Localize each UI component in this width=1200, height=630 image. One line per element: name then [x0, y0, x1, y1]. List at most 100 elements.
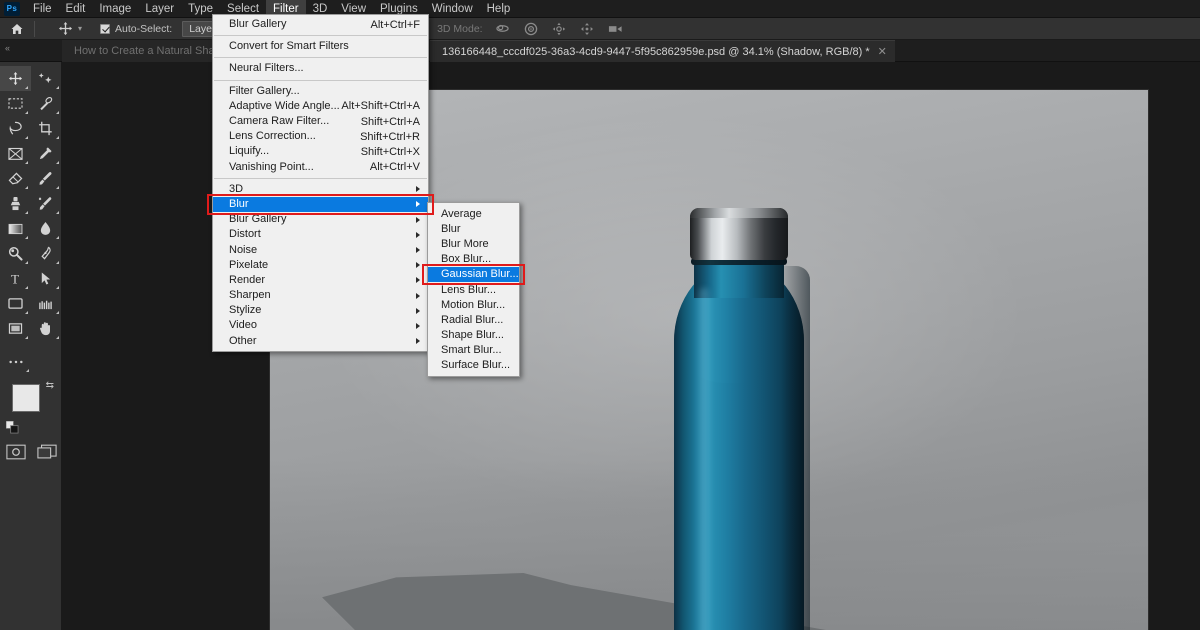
artboard-tool[interactable]	[0, 316, 31, 341]
pan-3d-icon[interactable]	[552, 22, 566, 36]
submenu-arrow-icon	[416, 247, 420, 254]
menu-item-window[interactable]: Window	[425, 0, 480, 18]
object-selection-tool[interactable]	[31, 66, 62, 91]
menu-item-label: Convert for Smart Filters	[229, 40, 349, 53]
auto-select-checkbox-box[interactable]	[100, 23, 111, 34]
submenu-arrow-icon	[416, 262, 420, 269]
orbit-3d-icon[interactable]	[495, 22, 510, 35]
screen-mode-icon[interactable]	[36, 444, 57, 460]
spot-healing-brush-tool[interactable]	[31, 91, 62, 116]
brush-tool[interactable]	[31, 166, 62, 191]
menu-item-label: Vanishing Point...	[229, 160, 314, 173]
menu-item-label: Neural Filters...	[229, 62, 304, 75]
menu-item-image[interactable]: Image	[92, 0, 138, 18]
filter-menu-dropdown[interactable]: Blur Gallery Alt+Ctrl+F Convert for Smart …	[212, 14, 429, 352]
crop-tool[interactable]	[31, 116, 62, 141]
move-tool-icon[interactable]	[58, 21, 73, 36]
close-icon[interactable]: ✕	[878, 45, 887, 58]
hand-tool[interactable]	[31, 316, 62, 341]
filter-menu-item-lens-correction[interactable]: Lens Correction... Shift+Ctrl+R	[213, 129, 428, 144]
submenu-arrow-icon	[416, 307, 420, 314]
type-tool[interactable]: T	[0, 266, 31, 291]
filter-menu-item-adaptive-wide-angle[interactable]: Adaptive Wide Angle... Alt+Shift+Ctrl+A	[213, 99, 428, 114]
more-tools-icon[interactable]	[0, 349, 31, 374]
auto-select-label: Auto-Select:	[115, 22, 173, 35]
filter-menu-item-sharpen[interactable]: Sharpen	[213, 288, 428, 303]
bottle-highlight	[696, 288, 712, 630]
dodge-tool[interactable]	[0, 241, 31, 266]
foreground-color-swatch[interactable]	[12, 384, 40, 412]
filter-menu-item-blur-gallery[interactable]: Blur Gallery	[213, 212, 428, 227]
filter-menu-item-noise[interactable]: Noise	[213, 242, 428, 257]
collapse-panel-icon[interactable]: «	[5, 43, 10, 53]
blur-submenu-item-blur[interactable]: Blur	[428, 221, 519, 236]
filter-menu-item-stylize[interactable]: Stylize	[213, 303, 428, 318]
blur-tool[interactable]	[31, 216, 62, 241]
camera-3d-icon[interactable]	[608, 23, 623, 35]
filter-menu-item-render[interactable]: Render	[213, 273, 428, 288]
filter-menu-item-camera-raw-filter[interactable]: Camera Raw Filter... Shift+Ctrl+A	[213, 114, 428, 129]
mode-3d-label: 3D Mode:	[437, 22, 483, 35]
menu-item-help[interactable]: Help	[480, 0, 518, 18]
menu-item-layer[interactable]: Layer	[138, 0, 181, 18]
path-selection-tool[interactable]	[31, 266, 62, 291]
blur-submenu-item-blur-more[interactable]: Blur More	[428, 236, 519, 251]
menu-separator	[214, 177, 427, 179]
menu-item-label: Camera Raw Filter...	[229, 115, 330, 128]
options-separator	[34, 20, 35, 37]
quick-mask-icon[interactable]	[5, 444, 26, 460]
blur-submenu-dropdown[interactable]: Average Blur Blur More Box Blur... Gaussian …	[427, 202, 520, 378]
submenu-arrow-icon	[416, 186, 420, 193]
filter-menu-item-vanishing-point[interactable]: Vanishing Point... Alt+Ctrl+V	[213, 160, 428, 175]
blur-submenu-item-box-blur[interactable]: Box Blur...	[428, 252, 519, 267]
blur-submenu-item-lens-blur[interactable]: Lens Blur...	[428, 282, 519, 297]
move-tool[interactable]	[0, 66, 31, 91]
home-icon[interactable]	[10, 22, 24, 36]
filter-menu-item-blur[interactable]: Blur	[213, 196, 428, 213]
filter-menu-item-video[interactable]: Video	[213, 318, 428, 333]
default-colors-icon[interactable]	[6, 421, 19, 434]
rectangular-marquee-tool[interactable]	[0, 91, 31, 116]
eraser-tool[interactable]	[0, 166, 31, 191]
blur-submenu-item-surface-blur[interactable]: Surface Blur...	[428, 358, 519, 373]
filter-menu-item-3d[interactable]: 3D	[213, 182, 428, 197]
blur-submenu-item-motion-blur[interactable]: Motion Blur...	[428, 297, 519, 312]
submenu-arrow-icon	[416, 322, 420, 329]
filter-menu-item-neural-filters[interactable]: Neural Filters...	[213, 61, 428, 76]
blur-submenu-item-radial-blur[interactable]: Radial Blur...	[428, 312, 519, 327]
menu-item-file[interactable]: File	[26, 0, 59, 18]
gradient-tool[interactable]	[0, 216, 31, 241]
eyedropper-tool[interactable]	[31, 141, 62, 166]
mode-3d-icons-group	[495, 22, 623, 36]
history-brush-tool[interactable]	[31, 191, 62, 216]
filter-menu-item-liquify[interactable]: Liquify... Shift+Ctrl+X	[213, 144, 428, 159]
filter-menu-item-blur-gallery[interactable]: Blur Gallery Alt+Ctrl+F	[213, 17, 428, 32]
blur-submenu-item-smart-blur[interactable]: Smart Blur...	[428, 343, 519, 358]
filter-menu-item-filter-gallery[interactable]: Filter Gallery...	[213, 84, 428, 99]
bottle-shading	[780, 266, 810, 630]
move-tool-chevron-icon[interactable]: ▾	[78, 24, 82, 33]
options-bar: ▾ Auto-Select: Layer ▾ ... 3D M	[0, 18, 1200, 40]
blur-submenu-item-shape-blur[interactable]: Shape Blur...	[428, 328, 519, 343]
blur-submenu-item-gaussian-blur[interactable]: Gaussian Blur...	[428, 266, 519, 282]
frame-tool[interactable]	[0, 141, 31, 166]
pen-tool[interactable]	[31, 241, 62, 266]
menu-item-label: 3D	[229, 182, 244, 195]
clone-stamp-tool[interactable]	[0, 191, 31, 216]
roll-3d-icon[interactable]	[524, 22, 538, 36]
menu-item-edit[interactable]: Edit	[59, 0, 93, 18]
rectangle-tool[interactable]	[0, 291, 31, 316]
blur-submenu-item-average[interactable]: Average	[428, 206, 519, 221]
auto-select-checkbox[interactable]: Auto-Select:	[100, 23, 172, 35]
filter-menu-item-distort[interactable]: Distort	[213, 227, 428, 242]
slide-3d-icon[interactable]	[580, 22, 594, 36]
pattern-stamp-tool[interactable]	[31, 291, 62, 316]
filter-menu-item-pixelate[interactable]: Pixelate	[213, 258, 428, 273]
document-tab[interactable]: 136166448_cccdf025-36a3-4cd9-9447-5f95c8…	[430, 40, 895, 62]
menu-item-shortcut: Alt+Shift+Ctrl+A	[341, 100, 420, 113]
filter-menu-item-other[interactable]: Other	[213, 334, 428, 349]
filter-menu-item-convert-for-smart-filters[interactable]: Convert for Smart Filters	[213, 39, 428, 54]
swap-colors-icon[interactable]: ⇆	[46, 380, 54, 391]
lasso-tool[interactable]	[0, 116, 31, 141]
menu-item-label: Adaptive Wide Angle...	[229, 99, 340, 112]
